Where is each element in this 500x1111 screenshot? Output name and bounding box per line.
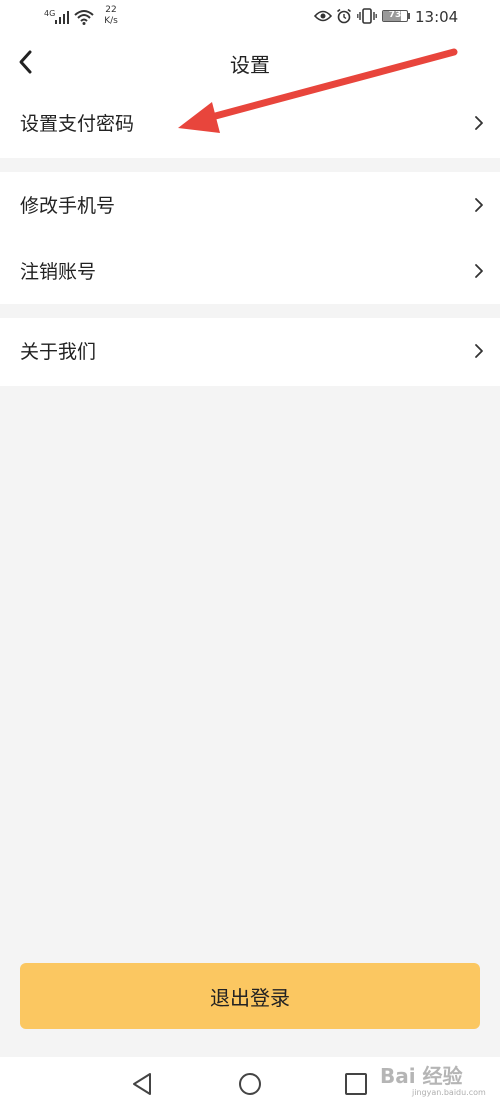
about-us-item[interactable]: 关于我们 bbox=[0, 318, 500, 384]
chevron-left-icon bbox=[19, 50, 32, 74]
back-triangle-icon[interactable] bbox=[128, 1069, 158, 1099]
settings-section-account: 修改手机号 注销账号 bbox=[0, 172, 500, 304]
baidu-jingyan-watermark: Bai 经验 jingyan.baidu.com bbox=[380, 1060, 498, 1110]
chevron-right-icon bbox=[475, 264, 483, 278]
red-arrow-annotation bbox=[178, 48, 458, 133]
battery-tip bbox=[408, 13, 410, 19]
about-us-label: 关于我们 bbox=[20, 341, 97, 363]
vibrate-icon bbox=[357, 8, 377, 24]
chevron-right-icon bbox=[475, 344, 483, 358]
set-payment-password-label: 设置支付密码 bbox=[20, 113, 135, 135]
red-arrow-shaft bbox=[204, 48, 458, 122]
eye-icon bbox=[314, 10, 332, 22]
logout-button[interactable]: 退出登录 bbox=[20, 963, 480, 1029]
signal-icon bbox=[55, 11, 69, 24]
watermark-logo-text: Bai 经验 bbox=[380, 1064, 463, 1088]
home-circle-icon[interactable] bbox=[235, 1069, 265, 1099]
clock-time: 13:04 bbox=[415, 8, 459, 26]
deactivate-account-label: 注销账号 bbox=[20, 261, 97, 283]
battery-percent-label: 73 bbox=[388, 10, 402, 20]
back-button[interactable] bbox=[10, 46, 44, 78]
recents-square-icon[interactable] bbox=[341, 1069, 371, 1099]
change-phone-number-item[interactable]: 修改手机号 bbox=[0, 172, 500, 238]
red-arrow-head bbox=[178, 102, 220, 133]
deactivate-account-item[interactable]: 注销账号 bbox=[0, 238, 500, 304]
status-bar: 4G 22 K/s 73 13:04 bbox=[0, 0, 500, 34]
chevron-right-icon bbox=[475, 116, 483, 130]
network-speed-value: 22 bbox=[105, 5, 117, 15]
network-speed-unit: K/s bbox=[104, 16, 118, 26]
watermark-url: jingyan.baidu.com bbox=[412, 1088, 486, 1097]
chevron-right-icon bbox=[475, 198, 483, 212]
network-speed: 22 K/s bbox=[102, 5, 120, 27]
settings-section-about: 关于我们 bbox=[0, 318, 500, 386]
change-phone-number-label: 修改手机号 bbox=[20, 195, 116, 217]
battery-icon: 73 bbox=[382, 10, 408, 22]
wifi-icon bbox=[74, 10, 94, 25]
alarm-icon bbox=[337, 8, 351, 24]
